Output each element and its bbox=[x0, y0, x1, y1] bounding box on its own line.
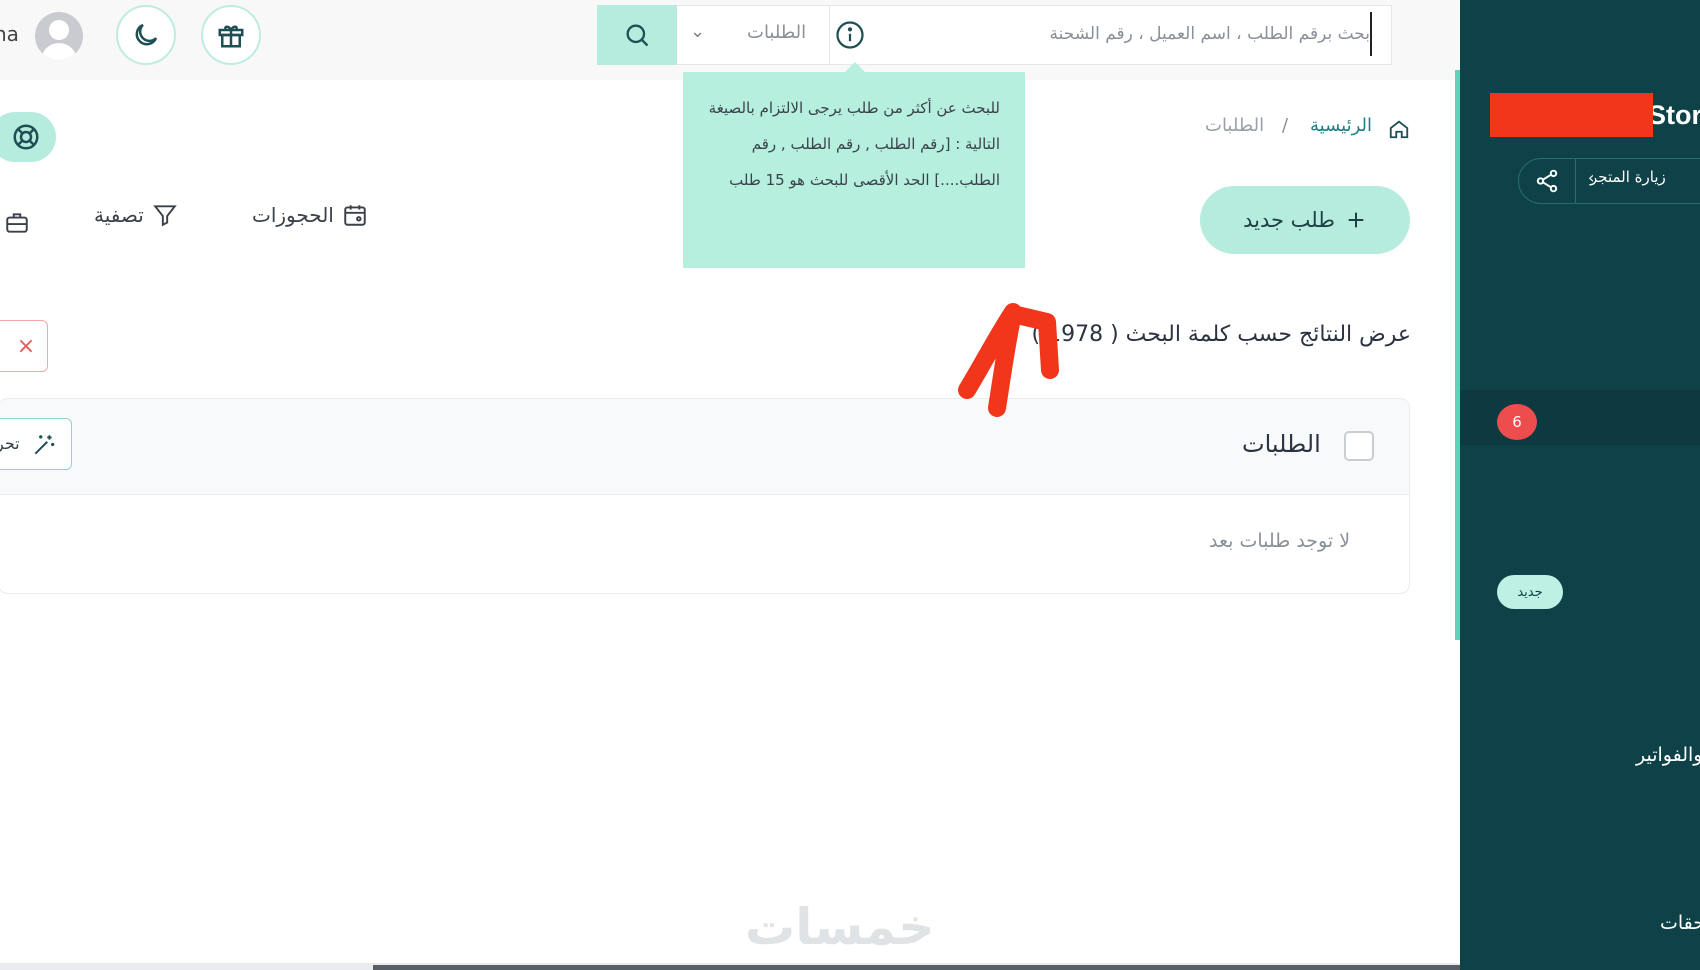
bookings-button[interactable]: الحجوزات bbox=[252, 202, 368, 228]
orders-table-header: الطلبات bbox=[0, 399, 1409, 495]
search-icon bbox=[626, 24, 649, 47]
breadcrumb-separator: / bbox=[1282, 115, 1289, 136]
redaction-block bbox=[1490, 93, 1653, 137]
info-icon bbox=[836, 21, 864, 49]
main-content: na ⌄ الطلبات للبحث عن أكثر من طلب يرجى ا… bbox=[0, 0, 1460, 970]
search-input[interactable] bbox=[880, 12, 1372, 56]
sidebar-item-invoices[interactable]: والفواتير bbox=[1636, 744, 1700, 766]
notification-count-badge: 6 bbox=[1497, 404, 1537, 440]
close-icon: × bbox=[16, 333, 36, 359]
search-button[interactable] bbox=[597, 5, 677, 65]
chevron-down-icon: ⌄ bbox=[690, 21, 706, 42]
avatar[interactable] bbox=[35, 12, 83, 60]
filter-icon bbox=[153, 205, 177, 227]
new-badge: جديد bbox=[1497, 575, 1563, 609]
visit-store-link[interactable]: زيارة المتجر bbox=[1590, 168, 1666, 186]
new-order-button[interactable]: طلب جديد bbox=[1200, 186, 1410, 254]
briefcase-icon[interactable] bbox=[4, 210, 30, 236]
search-help-tooltip: للبحث عن أكثر من طلب يرجى الالتزام بالصي… bbox=[683, 62, 1025, 268]
username[interactable]: na bbox=[0, 22, 19, 46]
new-order-label: طلب جديد bbox=[1243, 208, 1335, 232]
breadcrumb-current: الطلبات bbox=[1205, 115, 1265, 136]
orders-table: الطلبات لا توجد طلبات بعد bbox=[0, 398, 1410, 594]
filter-button[interactable]: تصفية bbox=[94, 202, 178, 228]
empty-orders-message: لا توجد طلبات بعد bbox=[1209, 530, 1351, 552]
horizontal-scrollbar[interactable] bbox=[0, 963, 1460, 970]
orders-table-title: الطلبات bbox=[1242, 430, 1321, 458]
annotation-arrow-icon bbox=[958, 303, 1059, 417]
magic-wand-icon bbox=[34, 435, 55, 455]
home-icon[interactable] bbox=[1388, 118, 1410, 140]
watermark-logo: خمسات bbox=[745, 898, 935, 956]
ai-edit-label: تحر bbox=[0, 434, 20, 453]
lifebuoy-icon bbox=[13, 124, 39, 150]
sidebar-item-apps[interactable]: لحقات bbox=[1660, 912, 1700, 934]
breadcrumb-home[interactable]: الرئيسية bbox=[1310, 115, 1372, 136]
store-name: Stor bbox=[1648, 100, 1700, 130]
share-icon bbox=[1536, 169, 1558, 193]
dark-mode-toggle[interactable] bbox=[116, 5, 176, 65]
search-info-button[interactable] bbox=[830, 15, 870, 55]
sidebar: Stor ‹ زيارة المتجر 6 جديد والفواتير لحق… bbox=[1460, 0, 1700, 970]
share-store-button[interactable] bbox=[1519, 159, 1576, 203]
plus-icon bbox=[1348, 212, 1364, 228]
clear-search-button[interactable]: × bbox=[0, 320, 48, 372]
sidebar-active-item[interactable] bbox=[1460, 390, 1700, 445]
select-all-checkbox[interactable] bbox=[1344, 431, 1374, 461]
gift-icon bbox=[218, 25, 244, 48]
bookings-label: الحجوزات bbox=[252, 203, 334, 227]
filter-label: تصفية bbox=[94, 203, 144, 227]
moon-icon bbox=[135, 23, 158, 46]
tooltip-text: للبحث عن أكثر من طلب يرجى الالتزام بالصي… bbox=[708, 99, 1000, 189]
gifts-button[interactable] bbox=[201, 5, 261, 65]
help-button[interactable] bbox=[0, 112, 56, 162]
search-scope-label: الطلبات bbox=[747, 22, 807, 43]
calendar-icon bbox=[344, 205, 366, 226]
